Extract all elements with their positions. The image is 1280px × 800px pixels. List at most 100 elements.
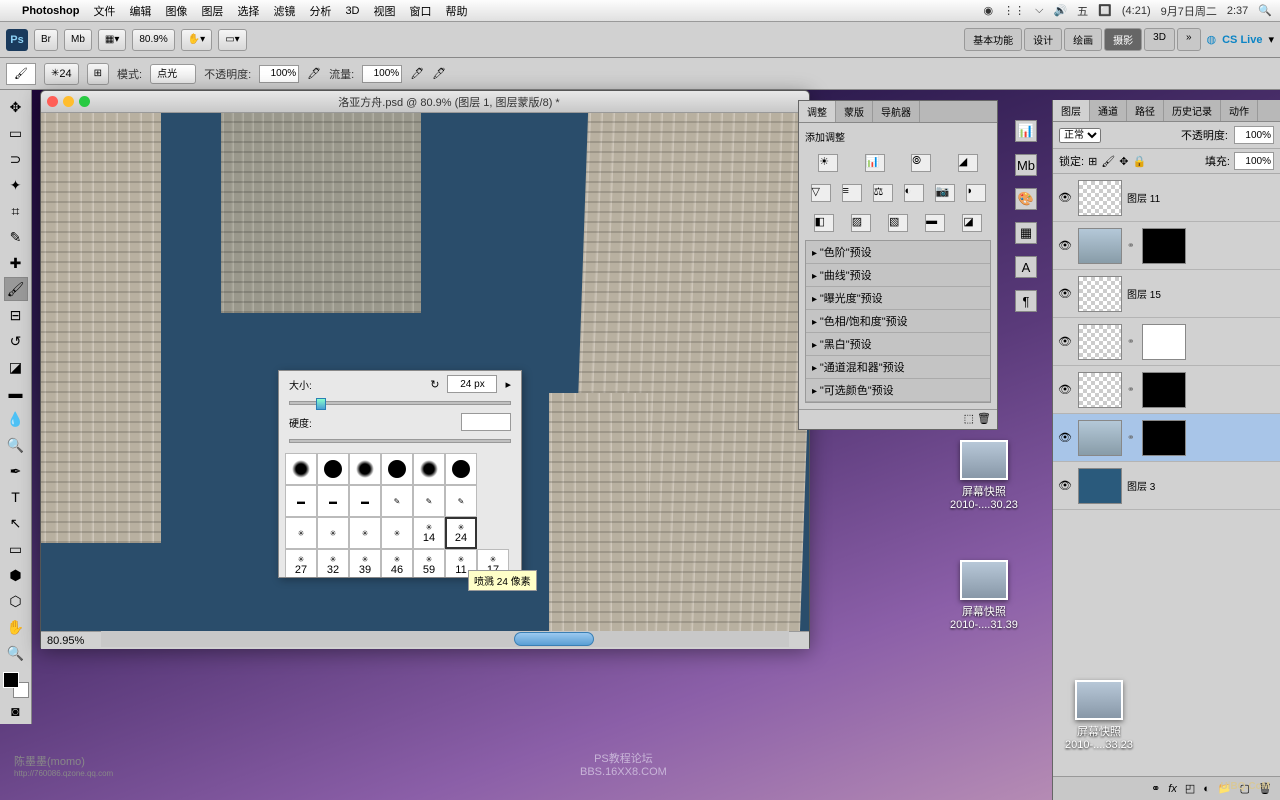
- brush-preset[interactable]: ✳14: [413, 517, 445, 549]
- brush-preset[interactable]: [445, 453, 477, 485]
- h-scrollbar[interactable]: [101, 631, 789, 647]
- adj-trash-icon[interactable]: 🗑: [977, 413, 991, 425]
- desktop-screenshot[interactable]: 屏幕快照2010-....33.23: [1065, 680, 1133, 751]
- zoom-tool[interactable]: 🔍: [4, 641, 28, 665]
- adjustment-layer-icon[interactable]: ◐: [1203, 783, 1210, 795]
- layer-row[interactable]: 👁图层 3: [1053, 462, 1280, 510]
- preset-bw[interactable]: ▸ "黑白"预设: [806, 333, 990, 356]
- color-icon[interactable]: 🎨: [1015, 188, 1037, 210]
- tab-navigator[interactable]: 导航器: [873, 101, 920, 122]
- brush-preset[interactable]: ▬: [349, 485, 381, 517]
- visibility-icon[interactable]: 👁: [1057, 335, 1073, 348]
- visibility-icon[interactable]: 👁: [1057, 431, 1073, 444]
- blend-mode[interactable]: 正常: [1059, 128, 1101, 143]
- flyout-icon[interactable]: ▸: [505, 378, 511, 391]
- blur-tool[interactable]: 💧: [4, 407, 28, 431]
- eraser-tool[interactable]: ◪: [4, 355, 28, 379]
- posterize-icon[interactable]: ▨: [851, 214, 871, 232]
- menu-select[interactable]: 选择: [237, 3, 259, 19]
- menu-window[interactable]: 窗口: [410, 3, 432, 19]
- 3d-camera-tool[interactable]: ⬡: [4, 589, 28, 613]
- ws-photography[interactable]: 摄影: [1104, 28, 1142, 51]
- zoom-level[interactable]: 80.9%: [132, 29, 174, 51]
- tab-history[interactable]: 历史记录: [1164, 100, 1221, 121]
- move-tool[interactable]: ✥: [4, 95, 28, 119]
- arrange-button[interactable]: ▭▾: [218, 29, 246, 51]
- brush-preset[interactable]: ✎: [381, 485, 413, 517]
- blend-mode-select[interactable]: 点光: [150, 64, 196, 84]
- info-icon[interactable]: Mb: [1015, 154, 1037, 176]
- brush-panel-button[interactable]: ⊞: [87, 63, 109, 85]
- mask-thumb[interactable]: [1142, 228, 1186, 264]
- airbrush-icon[interactable]: 🖊: [410, 67, 424, 80]
- bridge-button[interactable]: Br: [34, 29, 58, 51]
- lock-transparency-icon[interactable]: ⊞: [1088, 155, 1097, 168]
- brush-preset[interactable]: ✎: [413, 485, 445, 517]
- layer-opacity[interactable]: [1234, 126, 1274, 144]
- layer-thumb[interactable]: [1078, 420, 1122, 456]
- brush-preset[interactable]: ✳: [381, 517, 413, 549]
- quickmask-tool[interactable]: ◙: [4, 699, 28, 723]
- brush-preset[interactable]: ✳46: [381, 549, 413, 577]
- visibility-icon[interactable]: 👁: [1057, 383, 1073, 396]
- brush-preset[interactable]: [381, 453, 413, 485]
- menu-image[interactable]: 图像: [165, 3, 187, 19]
- menu-filter[interactable]: 滤镜: [273, 3, 295, 19]
- spotlight-icon[interactable]: 🔍: [1258, 4, 1272, 17]
- layer-fill[interactable]: [1234, 152, 1274, 170]
- brush-preset[interactable]: [349, 453, 381, 485]
- opacity-input[interactable]: [259, 65, 299, 83]
- lock-pixels-icon[interactable]: 🖌: [1101, 155, 1115, 168]
- mask-thumb[interactable]: [1142, 420, 1186, 456]
- layer-thumb[interactable]: [1078, 372, 1122, 408]
- wand-tool[interactable]: ✦: [4, 173, 28, 197]
- brightness-icon[interactable]: ☀: [818, 154, 838, 172]
- app-name[interactable]: Photoshop: [22, 5, 79, 17]
- character-icon[interactable]: A: [1015, 256, 1037, 278]
- link-icon[interactable]: ⚭: [1127, 384, 1137, 395]
- tablet-size-icon[interactable]: 🖊: [432, 67, 446, 80]
- mask-thumb[interactable]: [1142, 372, 1186, 408]
- lock-position-icon[interactable]: ✥: [1119, 155, 1128, 168]
- layer-row[interactable]: 👁图层 11: [1053, 174, 1280, 222]
- color-swatches[interactable]: [3, 672, 29, 698]
- gradient-tool[interactable]: ▬: [4, 381, 28, 405]
- tab-adjustments[interactable]: 调整: [799, 101, 836, 122]
- layer-row[interactable]: 👁⚭: [1053, 414, 1280, 462]
- tab-paths[interactable]: 路径: [1127, 100, 1164, 121]
- mixer-icon[interactable]: ◗: [966, 184, 986, 202]
- brush-preset-picker[interactable]: ✳24: [44, 63, 79, 85]
- history-brush-tool[interactable]: ↺: [4, 329, 28, 353]
- ws-3d[interactable]: 3D: [1144, 28, 1175, 51]
- gradient-map-icon[interactable]: ▬: [925, 214, 945, 232]
- fg-color[interactable]: [3, 672, 19, 688]
- brush-preset[interactable]: ▬: [317, 485, 349, 517]
- layer-thumb[interactable]: [1078, 276, 1122, 312]
- ps-icon[interactable]: Ps: [6, 29, 28, 51]
- 3d-tool[interactable]: ⬢: [4, 563, 28, 587]
- preset-hue[interactable]: ▸ "色相/饱和度"预设: [806, 310, 990, 333]
- tablet-opacity-icon[interactable]: 🖊: [307, 67, 321, 80]
- adj-footer-icon[interactable]: ⬚: [964, 413, 974, 425]
- brush-preset[interactable]: ✳32: [317, 549, 349, 577]
- dodge-tool[interactable]: 🔍: [4, 433, 28, 457]
- layer-row[interactable]: 👁⚭: [1053, 318, 1280, 366]
- brush-size-input[interactable]: [447, 375, 497, 393]
- preset-levels[interactable]: ▸ "色阶"预设: [806, 241, 990, 264]
- crop-tool[interactable]: ⌗: [4, 199, 28, 223]
- cs-live[interactable]: CS Live: [1222, 34, 1262, 46]
- layer-thumb[interactable]: [1078, 180, 1122, 216]
- eyedropper-tool[interactable]: ✎: [4, 225, 28, 249]
- brush-preset[interactable]: [285, 453, 317, 485]
- type-tool[interactable]: T: [4, 485, 28, 509]
- curves-icon[interactable]: ⦾: [911, 154, 931, 172]
- doc-zoom[interactable]: 80.95%: [47, 635, 84, 647]
- battery-icon[interactable]: 🔲: [1098, 4, 1112, 17]
- preset-exposure[interactable]: ▸ "曝光度"预设: [806, 287, 990, 310]
- zoom-icon[interactable]: [79, 96, 90, 107]
- layer-thumb[interactable]: [1078, 324, 1122, 360]
- menu-edit[interactable]: 编辑: [129, 3, 151, 19]
- menu-file[interactable]: 文件: [93, 3, 115, 19]
- layer-thumb[interactable]: [1078, 228, 1122, 264]
- desktop-screenshot[interactable]: 屏幕快照2010-....31.39: [950, 560, 1018, 631]
